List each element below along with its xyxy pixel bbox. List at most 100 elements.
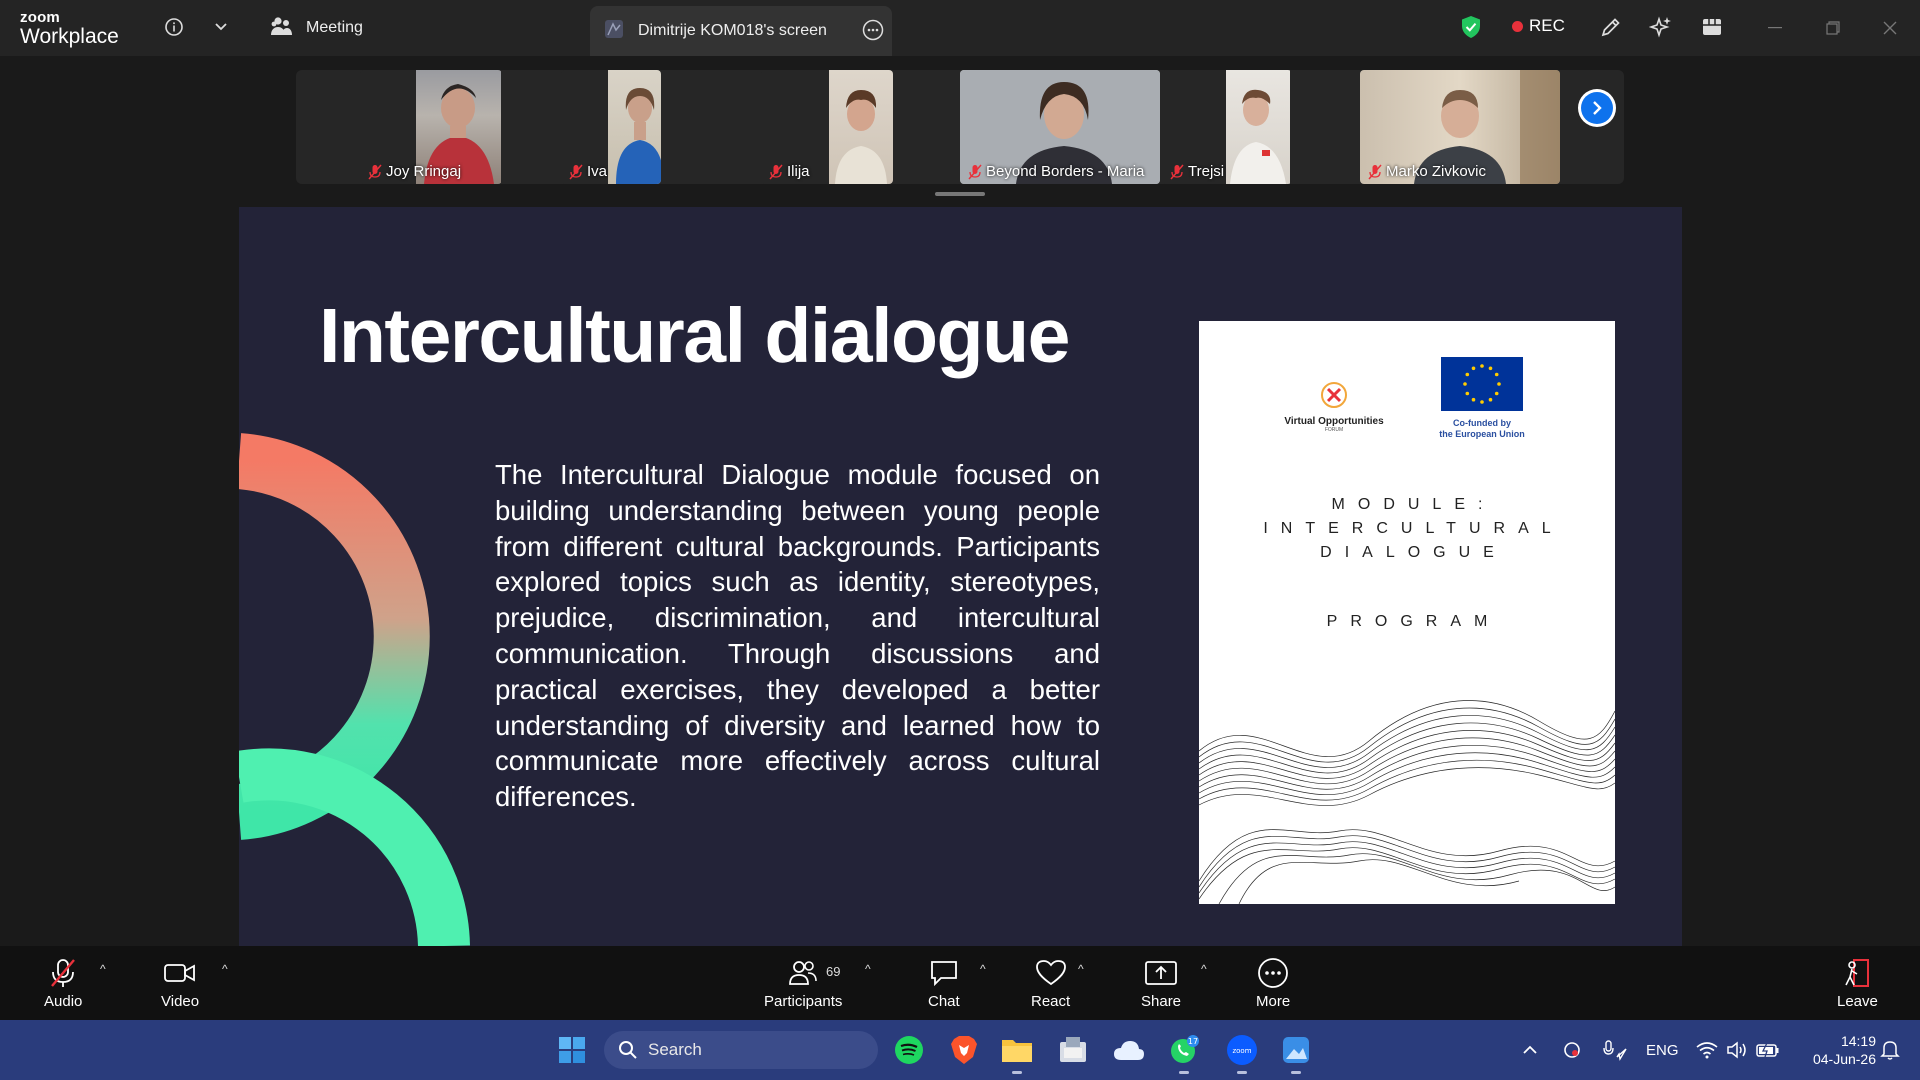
shared-screen-tab[interactable]: Dimitrije KOM018's screen (590, 6, 892, 56)
more-label: More (1256, 993, 1291, 1010)
react-options-caret-icon[interactable]: ^ (1078, 962, 1084, 976)
windows-taskbar: Search 17 zoom ENG 14:19 04-Jun-26 (0, 1020, 1920, 1080)
shared-screen-tab-label: Dimitrije KOM018's screen (638, 22, 827, 39)
mic-muted-icon (1368, 164, 1382, 180)
participant-label: Marko Zivkovic (1368, 163, 1486, 180)
chevron-down-icon[interactable] (208, 14, 234, 40)
slide-title: Intercultural dialogue (319, 293, 1070, 379)
mic-muted-icon (569, 164, 583, 180)
whatsapp-app-icon[interactable]: 17 (1168, 1034, 1200, 1074)
gallery-resize-handle[interactable] (935, 192, 985, 196)
video-button[interactable]: Video (161, 958, 199, 1010)
module-line-1: MODULE: (1331, 496, 1496, 513)
participants-options-caret-icon[interactable]: ^ (865, 962, 871, 976)
recording-label: REC (1529, 16, 1565, 35)
participant-label: Beyond Borders - Maria (968, 163, 1144, 180)
outlook-app-icon[interactable] (1057, 1034, 1089, 1066)
participant-gallery-strip: Joy Rringaj Iva Ilija Beyond Borders - M… (296, 70, 1624, 184)
participant-label: Joy Rringaj (368, 163, 461, 180)
participant-tile[interactable]: Ilija (761, 70, 893, 184)
react-button[interactable]: React (1031, 958, 1070, 1010)
annotate-pen-icon[interactable] (1598, 14, 1624, 40)
audio-label: Audio (44, 993, 83, 1010)
search-icon (619, 1041, 637, 1059)
share-label: Share (1141, 993, 1182, 1010)
minimize-window-icon[interactable] (1763, 16, 1787, 40)
zoom-workplace-logo: zoom Workplace (20, 10, 119, 47)
more-dots-icon (1257, 958, 1289, 988)
view-layout-icon[interactable] (1699, 14, 1725, 40)
meeting-tab[interactable]: Meeting (270, 14, 363, 42)
show-hidden-icons-chevron[interactable] (1522, 1020, 1538, 1080)
clock-date: 04-Jun-26 (1812, 1051, 1876, 1067)
participant-tile[interactable]: Trejsi (1162, 70, 1292, 184)
share-screen-icon (1144, 958, 1178, 988)
taskbar-search-box[interactable]: Search (604, 1031, 878, 1069)
leave-label: Leave (1837, 993, 1878, 1010)
virtual-opportunities-logo: Virtual Opportunities FORUM (1264, 381, 1404, 433)
video-camera-icon (163, 958, 197, 988)
participant-label: Iva (569, 163, 607, 180)
more-button[interactable]: More (1256, 958, 1290, 1010)
taskbar-clock[interactable]: 14:19 04-Jun-26 (1796, 1032, 1876, 1068)
input-language-indicator[interactable]: ENG (1646, 1020, 1679, 1080)
eu-flag-icon (1441, 357, 1523, 411)
mic-muted-icon (769, 164, 783, 180)
file-explorer-icon[interactable] (1001, 1034, 1033, 1074)
onedrive-cloud-icon[interactable] (1113, 1034, 1145, 1066)
title-bar: zoom Workplace Meeting Dimitrije KOM018'… (0, 0, 1920, 56)
wifi-icon[interactable] (1696, 1020, 1718, 1080)
ai-companion-sparkle-icon[interactable] (1648, 14, 1674, 40)
photo-editor-app-icon[interactable] (1280, 1034, 1312, 1074)
meeting-main-area: Joy Rringaj Iva Ilija Beyond Borders - M… (0, 56, 1920, 946)
participant-video (829, 70, 893, 184)
gallery-next-button[interactable] (1578, 89, 1616, 127)
participant-label: Ilija (769, 163, 810, 180)
module-booklet-cover: Virtual Opportunities FORUM Co-funded by… (1199, 321, 1615, 904)
heart-icon (1035, 958, 1067, 988)
restore-window-icon[interactable] (1821, 16, 1845, 40)
microphone-location-tray-icon[interactable] (1602, 1020, 1628, 1080)
react-label: React (1031, 993, 1071, 1010)
recording-indicator[interactable]: REC (1512, 16, 1565, 36)
close-window-icon[interactable] (1878, 16, 1902, 40)
notifications-bell-icon[interactable] (1880, 1020, 1900, 1080)
whatsapp-badge-count: 17 (1188, 1037, 1198, 1046)
chat-button[interactable]: Chat (928, 958, 960, 1010)
mic-muted-icon (368, 164, 382, 180)
audio-button[interactable]: Audio (44, 958, 82, 1010)
module-line-2: INTERCULTURAL (1263, 520, 1564, 537)
recording-dot-icon (1512, 20, 1523, 32)
participant-tile[interactable]: Joy Rringaj (360, 70, 502, 184)
svg-text:zoom: zoom (1232, 1047, 1251, 1055)
windows-start-icon[interactable] (556, 1034, 588, 1066)
security-shield-icon[interactable] (1458, 14, 1484, 40)
participant-name: Beyond Borders - Maria (986, 163, 1145, 180)
eu-cofunded-text: Co-funded by the European Union (1421, 418, 1543, 440)
volume-icon[interactable] (1726, 1020, 1748, 1080)
participant-tile[interactable]: Marko Zivkovic (1360, 70, 1560, 184)
sync-status-icon[interactable] (1562, 1020, 1582, 1080)
taskbar-search-label: Search (648, 1040, 702, 1059)
wave-pattern-graphic (1199, 700, 1615, 904)
mic-muted-icon (49, 958, 77, 988)
video-options-caret-icon[interactable]: ^ (222, 962, 228, 976)
participant-tile[interactable]: Beyond Borders - Maria (960, 70, 1160, 184)
zoom-app-icon[interactable]: zoom (1226, 1034, 1258, 1074)
leave-button[interactable]: Leave (1837, 958, 1878, 1010)
participant-video (608, 70, 661, 184)
battery-charging-icon[interactable] (1756, 1020, 1780, 1080)
brave-browser-icon[interactable] (948, 1034, 980, 1066)
meeting-controls-toolbar: Audio ^ Video ^ Participants 69 ^ Chat ^… (0, 946, 1920, 1020)
running-indicator (1012, 1071, 1022, 1074)
shared-screen-avatar-icon (604, 19, 624, 44)
more-options-icon[interactable] (862, 19, 884, 46)
share-options-caret-icon[interactable]: ^ (1201, 962, 1207, 976)
audio-options-caret-icon[interactable]: ^ (100, 962, 106, 976)
meeting-info-icon[interactable] (161, 14, 187, 40)
participant-tile[interactable]: Iva (561, 70, 661, 184)
spotify-app-icon[interactable] (893, 1034, 925, 1066)
share-button[interactable]: Share (1141, 958, 1181, 1010)
chat-options-caret-icon[interactable]: ^ (980, 962, 986, 976)
slide-body-text: The Intercultural Dialogue module focuse… (495, 459, 1100, 813)
